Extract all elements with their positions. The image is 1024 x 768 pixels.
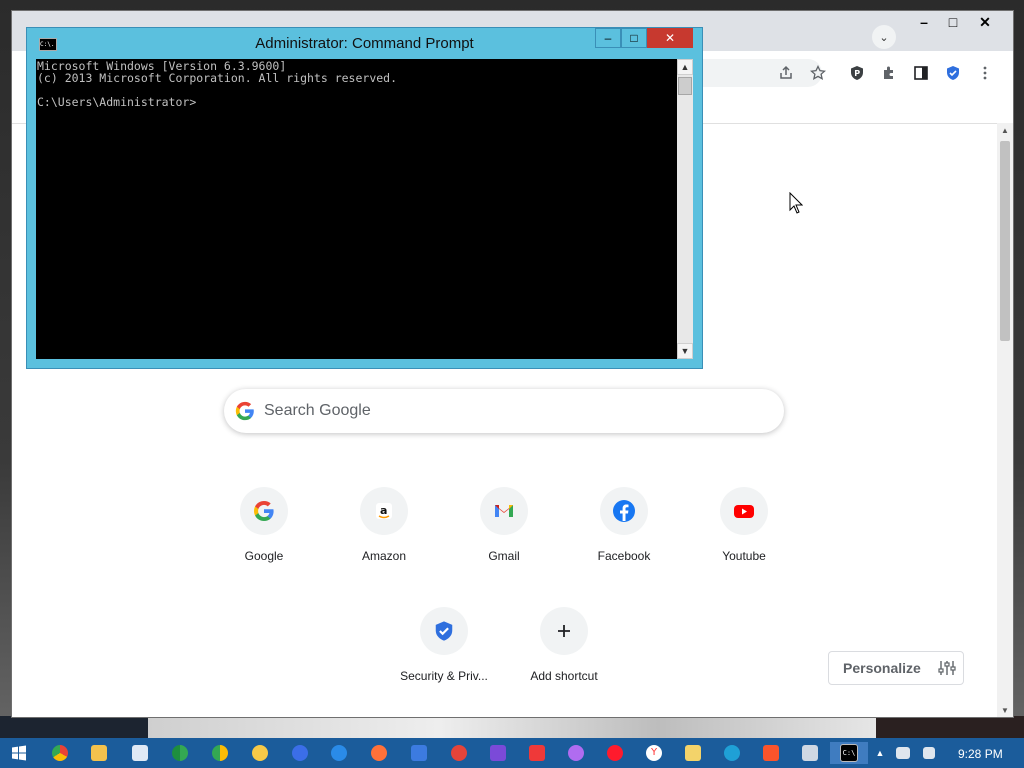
chrome-canary-icon[interactable] bbox=[161, 742, 199, 764]
bookmark-star-icon[interactable] bbox=[808, 63, 828, 83]
files-icon[interactable] bbox=[674, 742, 712, 764]
svg-text:P: P bbox=[854, 69, 860, 78]
brave-nightly-icon[interactable] bbox=[479, 742, 517, 764]
search-placeholder: Search Google bbox=[264, 402, 371, 419]
shortcut-label: Security & Priv... bbox=[400, 669, 488, 683]
extensions-puzzle-icon[interactable] bbox=[879, 63, 899, 83]
add-shortcut-button[interactable]: Add shortcut bbox=[514, 607, 614, 697]
sliders-icon bbox=[938, 661, 956, 675]
personalize-button[interactable]: Personalize bbox=[828, 651, 964, 685]
notepad-icon[interactable] bbox=[121, 742, 159, 764]
cmd-window[interactable]: C:\. Administrator: Command Prompt – □ ✕… bbox=[26, 27, 703, 369]
shortcut-google[interactable]: Google bbox=[214, 487, 314, 577]
edge-icon[interactable] bbox=[713, 742, 751, 764]
security-extension-icon[interactable] bbox=[943, 63, 963, 83]
cmd-taskbar-icon[interactable]: C:\ bbox=[830, 742, 868, 764]
mouse-cursor-icon bbox=[789, 192, 803, 214]
shortcut-youtube[interactable]: Youtube bbox=[694, 487, 794, 577]
wallpaper-strip-left bbox=[0, 716, 148, 738]
chrome-icon[interactable] bbox=[41, 742, 79, 764]
tab-search-button[interactable]: ⌄ bbox=[872, 25, 896, 49]
facebook-icon bbox=[600, 487, 648, 535]
cmd-scrollbar[interactable]: ▲ ▼ bbox=[677, 59, 693, 359]
address-bar[interactable] bbox=[702, 59, 822, 87]
youtube-icon bbox=[720, 487, 768, 535]
vivaldi-icon[interactable] bbox=[518, 742, 556, 764]
scroll-up-icon[interactable]: ▲ bbox=[997, 123, 1013, 137]
shortcut-amazon[interactable]: a Amazon bbox=[334, 487, 434, 577]
cmd-title: Administrator: Command Prompt bbox=[255, 34, 474, 52]
shortcut-facebook[interactable]: Facebook bbox=[574, 487, 674, 577]
firefox-nightly-icon[interactable] bbox=[320, 742, 358, 764]
chrome-maximize-button[interactable]: □ bbox=[936, 11, 970, 33]
cmd-app-icon: C:\. bbox=[39, 38, 57, 51]
opera-icon[interactable] bbox=[596, 742, 634, 764]
scroll-thumb[interactable] bbox=[1000, 141, 1010, 341]
opera-gx-icon[interactable] bbox=[557, 742, 595, 764]
chrome-menu-icon[interactable] bbox=[975, 63, 995, 83]
shortcut-label: Amazon bbox=[361, 549, 407, 563]
svg-text:a: a bbox=[380, 504, 387, 517]
side-panel-icon[interactable] bbox=[911, 63, 931, 83]
chevron-down-icon[interactable]: ▼ bbox=[677, 343, 693, 359]
google-g-icon bbox=[235, 401, 254, 421]
shortcut-label: Add shortcut bbox=[530, 669, 598, 683]
amazon-icon: a bbox=[360, 487, 408, 535]
cmd-minimize-button[interactable]: – bbox=[595, 28, 621, 48]
shield-icon bbox=[420, 607, 468, 655]
shortcut-label: Facebook bbox=[597, 549, 651, 563]
cmd-maximize-button[interactable]: □ bbox=[621, 28, 647, 48]
yandex-icon[interactable]: Y bbox=[635, 742, 673, 764]
shortcut-label: Youtube bbox=[722, 549, 766, 563]
clock-time[interactable]: 9:28 PM bbox=[958, 747, 1003, 761]
brave-icon[interactable] bbox=[752, 742, 790, 764]
sticky-notes-icon[interactable] bbox=[241, 742, 279, 764]
shortcut-label: Google bbox=[244, 549, 284, 563]
chevron-up-icon[interactable]: ▲ bbox=[677, 59, 693, 75]
windows-start-icon[interactable] bbox=[0, 742, 38, 764]
console-line: (c) 2013 Microsoft Corporation. All righ… bbox=[37, 71, 398, 85]
shortcut-security-privacy[interactable]: Security & Priv... bbox=[394, 607, 494, 697]
chromium-icon[interactable] bbox=[440, 742, 478, 764]
share-icon[interactable] bbox=[776, 63, 796, 83]
cmd-close-button[interactable]: ✕ bbox=[647, 28, 693, 48]
chrome-beta-icon[interactable] bbox=[201, 742, 239, 764]
file-explorer-icon[interactable] bbox=[80, 742, 118, 764]
cmd-scroll-thumb[interactable] bbox=[678, 77, 692, 95]
cmd-console[interactable]: Microsoft Windows [Version 6.3.9600] (c) … bbox=[36, 59, 677, 359]
chrome-close-button[interactable]: ✕ bbox=[968, 11, 1002, 33]
scroll-down-icon[interactable]: ▼ bbox=[997, 703, 1013, 717]
server-manager-icon[interactable] bbox=[791, 742, 829, 764]
firefox-developer-icon[interactable] bbox=[281, 742, 319, 764]
shortcut-label: Gmail bbox=[488, 549, 520, 563]
taskbar: Y C:\ ▲ 9:28 PM bbox=[0, 738, 1024, 768]
shortcut-gmail[interactable]: Gmail bbox=[454, 487, 554, 577]
google-search-box[interactable]: Search Google bbox=[224, 389, 784, 433]
personalize-label: Personalize bbox=[843, 660, 921, 676]
firefox-icon[interactable] bbox=[360, 742, 398, 764]
gmail-icon bbox=[480, 487, 528, 535]
console-prompt: C:\Users\Administrator> bbox=[37, 95, 197, 109]
page-scrollbar[interactable]: ▲ ▼ bbox=[997, 123, 1013, 717]
wallpaper-strip bbox=[148, 716, 876, 738]
google-icon bbox=[240, 487, 288, 535]
wallpaper-strip-right bbox=[876, 716, 1024, 738]
plus-icon bbox=[540, 607, 588, 655]
extension-p-icon[interactable]: P bbox=[847, 63, 867, 83]
brave-beta-icon[interactable] bbox=[400, 742, 438, 764]
volume-muted-icon[interactable] bbox=[914, 742, 944, 764]
